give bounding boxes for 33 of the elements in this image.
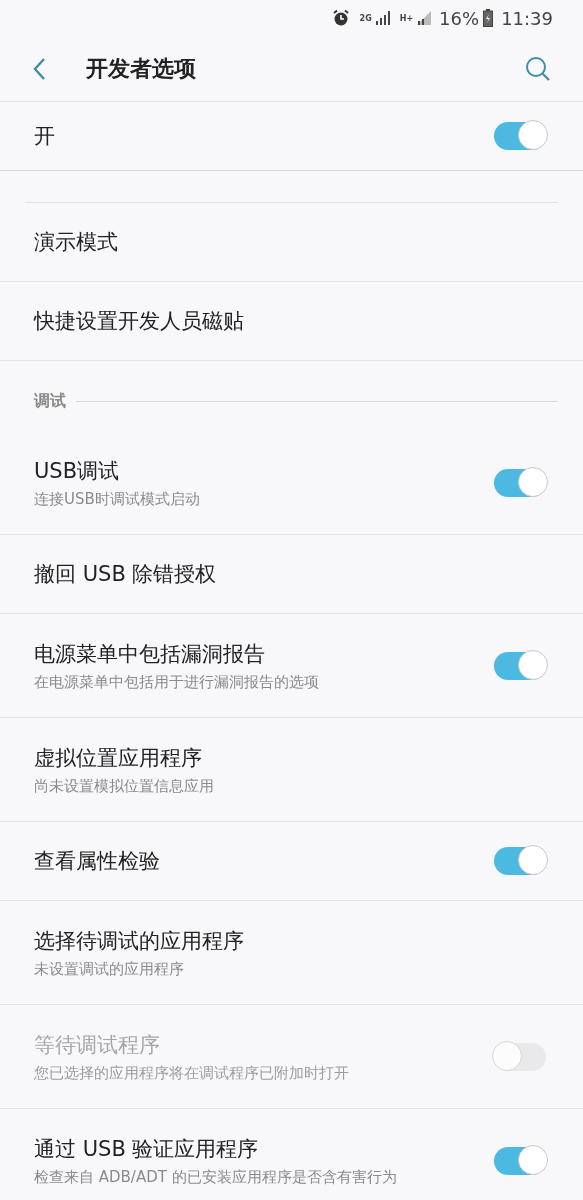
toggle-switch[interactable]	[494, 122, 546, 150]
toggle-switch[interactable]	[494, 651, 546, 680]
setting-description: 在电源菜单中包括用于进行漏洞报告的选项	[34, 672, 319, 692]
setting-title[interactable]: 演示模式	[34, 228, 118, 256]
toggle-switch[interactable]	[494, 847, 546, 875]
section-header: 调试	[34, 390, 66, 412]
toggle-switch[interactable]	[494, 468, 546, 497]
battery-percent: 16%	[439, 7, 480, 29]
battery-icon	[483, 9, 494, 27]
clock-time: 11:39	[501, 7, 553, 29]
setting-description: 尚未设置模拟位置信息应用	[34, 776, 214, 796]
page-title: 开发者选项	[86, 54, 197, 83]
setting-title[interactable]: USB调试	[34, 456, 200, 485]
setting-description: 未设置调试的应用程序	[34, 959, 185, 979]
network-label: 2G	[359, 13, 372, 23]
back-icon[interactable]	[32, 56, 46, 81]
setting-title[interactable]: 快捷设置开发人员磁贴	[34, 307, 244, 335]
setting-description: 您已选择的应用程序将在调试程序已附加时打开	[34, 1063, 349, 1083]
setting-description: 检查来自 ADB/ADT 的已安装应用程序是否含有害行为	[34, 1167, 397, 1187]
master-switch-label: 开	[34, 123, 55, 150]
setting-title[interactable]: 电源菜单中包括漏洞报告	[34, 639, 319, 668]
signal-icon	[375, 11, 390, 25]
search-icon[interactable]	[525, 55, 551, 82]
alarm-icon	[331, 9, 350, 27]
setting-title[interactable]: 通过 USB 验证应用程序	[34, 1134, 397, 1163]
setting-title[interactable]: 虚拟位置应用程序	[34, 743, 214, 772]
setting-description: 连接USB时调试模式启动	[34, 489, 200, 509]
setting-title[interactable]: 查看属性检验	[34, 847, 160, 875]
setting-title[interactable]: 选择待调试的应用程序	[34, 926, 244, 955]
toggle-switch[interactable]	[494, 1146, 546, 1175]
signal-icon	[417, 11, 432, 25]
setting-title[interactable]: 撤回 USB 除错授权	[34, 560, 217, 588]
network-label: H+	[399, 13, 414, 23]
